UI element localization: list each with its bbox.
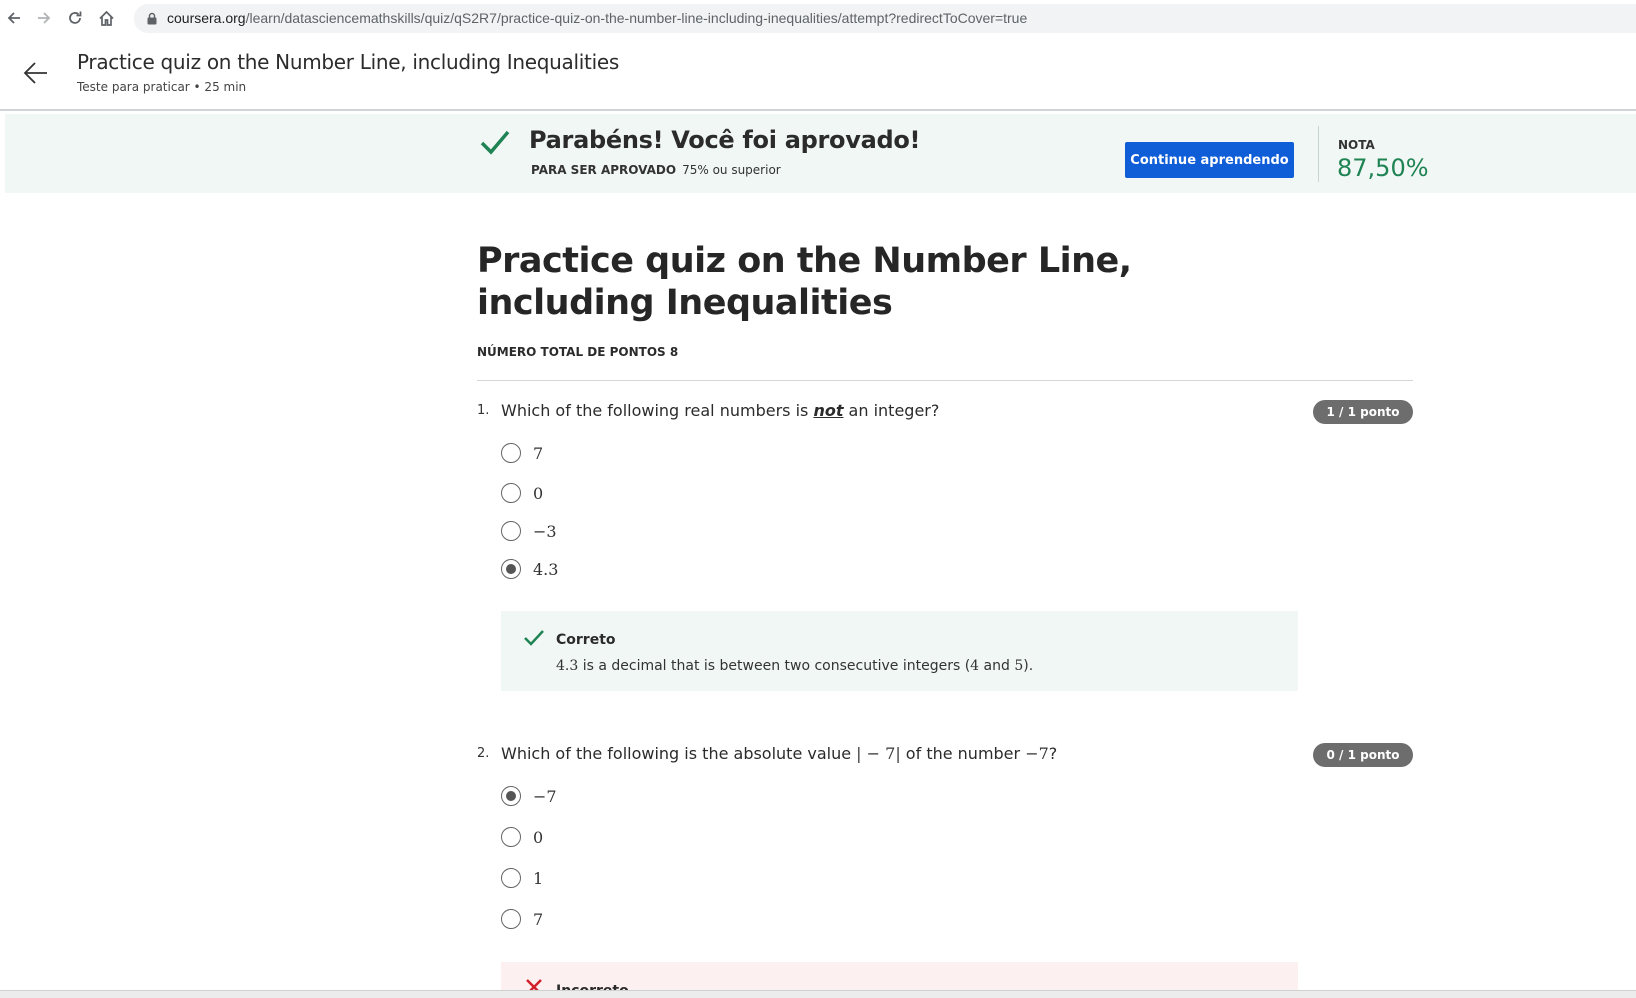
radio-button[interactable] [501,827,521,847]
score-badge: 0 / 1 ponto [1313,743,1413,767]
reload-icon[interactable] [63,6,87,30]
answer-option[interactable]: 1 [501,867,543,889]
item-header: Practice quiz on the Number Line, includ… [0,37,1636,111]
feedback-title: Correto [556,632,616,648]
quiz-title: Practice quiz on the Number Line, includ… [477,241,1132,323]
answer-option[interactable]: 0 [501,482,543,504]
answer-option[interactable]: −3 [501,520,557,542]
check-icon [523,629,545,652]
header-subtitle: Teste para praticar • 25 min [77,80,247,94]
question-text: Which of the following real numbers is n… [501,401,940,420]
radio-button[interactable] [501,521,521,541]
feedback-incorrect: Incorreto [501,962,1298,992]
address-bar[interactable]: coursera.org/learn/datasciencemathskills… [134,4,1636,33]
answer-option[interactable]: 7 [501,908,543,930]
check-icon [479,128,511,161]
radio-button-selected[interactable] [501,559,521,579]
answer-option[interactable]: 0 [501,826,543,848]
forward-icon[interactable] [32,6,56,30]
divider [477,380,1413,381]
browser-toolbar: coursera.org/learn/datasciencemathskills… [0,0,1636,36]
radio-button-selected[interactable] [501,786,521,806]
back-arrow-icon[interactable] [20,57,52,89]
radio-button[interactable] [501,483,521,503]
continue-learning-button[interactable]: Continue aprendendo [1125,142,1294,178]
grade-value: 87,50% [1337,154,1429,182]
home-icon[interactable] [94,6,118,30]
pass-requirement: PARA SER APROVADO 75% ou superior [531,163,781,177]
score-badge: 1 / 1 ponto [1313,400,1413,424]
header-title: Practice quiz on the Number Line, includ… [77,50,619,74]
question-number: 2. [477,746,490,761]
feedback-text: 4.3 is a decimal that is between two con… [556,658,1034,674]
banner-title: Parabéns! Você foi aprovado! [529,126,921,154]
grade-label: NOTA [1338,138,1375,152]
question-number: 1. [477,403,490,418]
answer-option[interactable]: 4.3 [501,558,558,580]
answer-option[interactable]: 7 [501,442,543,464]
horizontal-scrollbar[interactable] [0,990,1636,998]
question-text: Which of the following is the absolute v… [501,744,1058,763]
radio-button[interactable] [501,443,521,463]
radio-button[interactable] [501,909,521,929]
lock-icon [146,12,158,30]
total-points: NÚMERO TOTAL DE PONTOS 8 [477,345,679,359]
back-icon[interactable] [2,6,26,30]
radio-button[interactable] [501,868,521,888]
feedback-correct: Correto 4.3 is a decimal that is between… [501,611,1298,691]
answer-option[interactable]: −7 [501,785,557,807]
url-text: coursera.org/learn/datasciencemathskills… [167,10,1028,26]
banner-divider [1318,126,1319,182]
passed-banner: Parabéns! Você foi aprovado! PARA SER AP… [5,114,1636,193]
